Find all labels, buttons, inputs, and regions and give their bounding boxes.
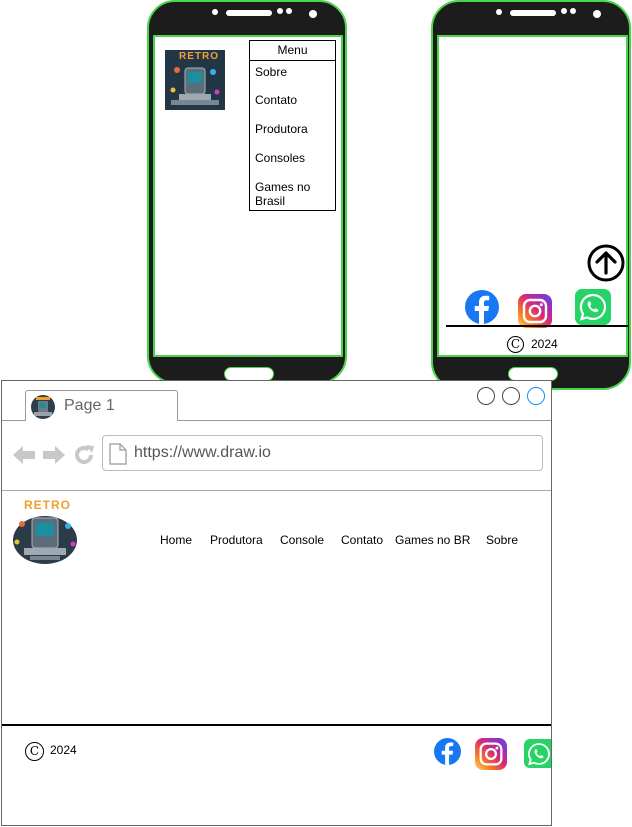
toolbar-divider bbox=[2, 490, 551, 491]
page-icon bbox=[109, 443, 127, 465]
forward-arrow-icon[interactable] bbox=[42, 444, 66, 466]
phone-menu-screen: RETRO Menu Sobre Contato Produtora Conso… bbox=[153, 35, 343, 357]
nav-link-games-no-br[interactable]: Games no BR bbox=[395, 533, 470, 547]
phone-sensor-dot bbox=[570, 8, 576, 14]
footer-divider bbox=[2, 724, 551, 726]
url-text[interactable]: https://www.draw.io bbox=[134, 444, 271, 462]
footer-year: 2024 bbox=[531, 337, 558, 351]
window-minimize-button[interactable] bbox=[477, 387, 495, 405]
phone-home-button[interactable] bbox=[508, 367, 558, 381]
instagram-icon[interactable] bbox=[518, 294, 552, 328]
tab-favicon bbox=[31, 395, 55, 419]
site-logo-text: RETRO bbox=[24, 498, 71, 512]
footer-divider bbox=[446, 325, 628, 327]
menu-title[interactable]: Menu bbox=[250, 41, 335, 61]
tab-label: Page 1 bbox=[64, 397, 115, 414]
retro-logo-text: RETRO bbox=[179, 51, 219, 62]
phone-sensor-dot bbox=[277, 8, 283, 14]
phone-speaker bbox=[510, 10, 556, 16]
instagram-icon[interactable] bbox=[475, 738, 507, 770]
window-close-button[interactable] bbox=[527, 387, 545, 405]
nav-link-console[interactable]: Console bbox=[280, 533, 324, 547]
phone-sensor-dot bbox=[496, 9, 502, 15]
menu-dropdown: Menu Sobre Contato Produtora Consoles Ga… bbox=[249, 40, 336, 211]
window-maximize-button[interactable] bbox=[502, 387, 520, 405]
footer-year: 2024 bbox=[50, 743, 77, 757]
back-arrow-icon[interactable] bbox=[12, 444, 36, 466]
refresh-icon[interactable] bbox=[72, 443, 96, 467]
facebook-icon[interactable] bbox=[465, 290, 499, 324]
arrow-up-circle-icon[interactable] bbox=[586, 243, 626, 283]
copyright-icon: C bbox=[507, 336, 524, 353]
whatsapp-icon[interactable] bbox=[524, 739, 551, 768]
nav-link-produtora[interactable]: Produtora bbox=[210, 533, 263, 547]
phone-home-button[interactable] bbox=[224, 367, 274, 381]
browser-window: Page 1 https://www.draw.io RETRO Home Pr… bbox=[1, 380, 552, 826]
menu-item-games-no-brasil[interactable]: Games no Brasil bbox=[255, 180, 333, 208]
phone-sensor-dot bbox=[212, 9, 218, 15]
retro-logo: RETRO bbox=[165, 50, 225, 110]
menu-item-contato[interactable]: Contato bbox=[255, 93, 333, 107]
browser-tab[interactable]: Page 1 bbox=[25, 390, 178, 421]
phone-sensor-dot bbox=[561, 8, 567, 14]
url-bar[interactable]: https://www.draw.io bbox=[102, 435, 543, 471]
phone-camera-dot bbox=[593, 10, 601, 18]
phone-speaker bbox=[226, 10, 272, 16]
nav-link-contato[interactable]: Contato bbox=[341, 533, 383, 547]
menu-item-sobre[interactable]: Sobre bbox=[255, 65, 333, 79]
nav-link-sobre[interactable]: Sobre bbox=[486, 533, 518, 547]
copyright-icon: C bbox=[25, 742, 44, 761]
nav-link-home[interactable]: Home bbox=[160, 533, 192, 547]
site-logo[interactable]: RETRO bbox=[10, 496, 80, 566]
whatsapp-icon[interactable] bbox=[575, 289, 611, 325]
menu-item-produtora[interactable]: Produtora bbox=[255, 122, 333, 136]
phone-sensor-dot bbox=[286, 8, 292, 14]
phone-footer-screen: C 2024 bbox=[437, 35, 628, 357]
facebook-icon[interactable] bbox=[434, 738, 461, 765]
phone-camera-dot bbox=[309, 10, 317, 18]
menu-item-consoles[interactable]: Consoles bbox=[255, 151, 333, 165]
